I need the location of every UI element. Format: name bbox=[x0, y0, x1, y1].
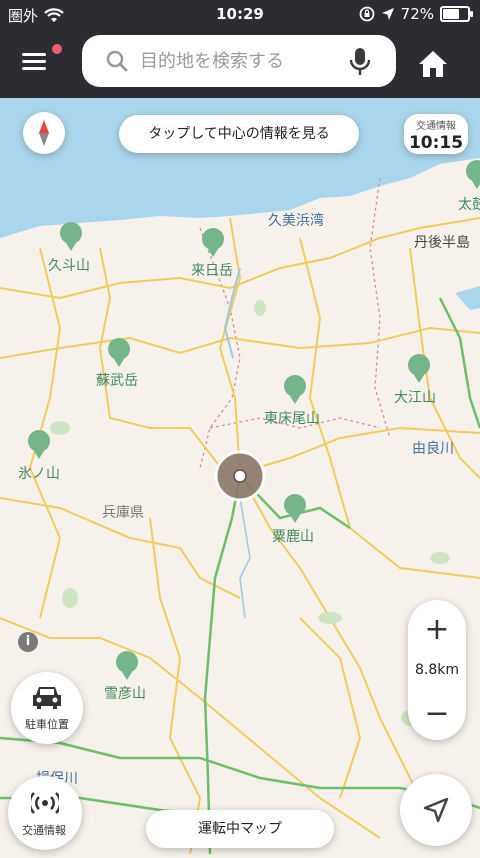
mountain-pin bbox=[108, 338, 130, 367]
search-icon bbox=[106, 50, 128, 72]
zoom-in-button[interactable]: + bbox=[408, 610, 466, 650]
broadcast-icon bbox=[31, 792, 59, 814]
map-label-yuragawa: 由良川 bbox=[412, 441, 454, 457]
traffic-info-label: 交通情報 bbox=[416, 121, 456, 132]
mountain-pin bbox=[28, 430, 50, 459]
map-label-tango: 丹後半島 bbox=[414, 235, 470, 251]
map-label-taiko: 太鼓 bbox=[458, 197, 480, 213]
search-input[interactable] bbox=[138, 49, 342, 73]
compass-button[interactable] bbox=[23, 112, 65, 154]
map-label-kumihama: 久美浜湾 bbox=[268, 213, 324, 229]
mountain-pin bbox=[60, 222, 82, 251]
traffic-label: 交通情報 bbox=[22, 824, 66, 837]
map-label-awaga: 粟鹿山 bbox=[272, 529, 314, 545]
rotation-lock-icon bbox=[359, 6, 375, 22]
menu-button[interactable] bbox=[22, 44, 62, 82]
mountain-pin bbox=[284, 375, 306, 404]
map-label-hyogo: 兵庫県 bbox=[102, 505, 144, 521]
map-label-oeyama: 大江山 bbox=[394, 390, 436, 406]
map-label-setsuhiko: 雪彦山 bbox=[104, 686, 146, 702]
battery-icon bbox=[440, 6, 473, 22]
home-icon[interactable] bbox=[416, 48, 450, 80]
info-icon[interactable]: i bbox=[18, 632, 38, 652]
map-label-sobudake: 蘇武岳 bbox=[96, 373, 138, 389]
car-icon bbox=[33, 687, 61, 709]
map-label-higashitokoo: 東床尾山 bbox=[264, 411, 320, 427]
search-bar[interactable] bbox=[82, 35, 396, 87]
notification-badge bbox=[52, 44, 62, 54]
compass-icon bbox=[39, 120, 49, 146]
traffic-info-time-badge[interactable]: 交通情報 10:15 bbox=[404, 114, 468, 154]
mountain-pin bbox=[284, 494, 306, 523]
zoom-control: + 8.8km − bbox=[408, 600, 466, 740]
traffic-info-time: 10:15 bbox=[408, 133, 464, 153]
top-bar bbox=[0, 30, 480, 98]
mountain-pin bbox=[202, 228, 224, 257]
parking-label: 駐車位置 bbox=[25, 718, 69, 731]
map-canvas[interactable]: 久美浜湾 丹後半島 太鼓 久斗山 来日岳 蘇武岳 東床尾山 大江山 由良川 氷ノ… bbox=[0, 98, 480, 855]
drive-map-button[interactable]: 運転中マップ bbox=[146, 810, 334, 848]
mic-icon[interactable] bbox=[348, 47, 372, 77]
mountain-pin bbox=[116, 651, 138, 680]
zoom-out-button[interactable]: − bbox=[408, 694, 466, 734]
center-info-button[interactable]: タップして中心の情報を見る bbox=[119, 115, 359, 153]
navigation-arrow-icon bbox=[423, 797, 449, 823]
parking-position-button[interactable]: 駐車位置 bbox=[11, 672, 83, 744]
current-location-marker bbox=[214, 450, 266, 502]
battery-percent: 72% bbox=[400, 5, 434, 23]
traffic-info-button[interactable]: 交通情報 bbox=[8, 776, 82, 850]
menu-icon bbox=[22, 53, 62, 70]
map-label-hyonosen: 氷ノ山 bbox=[18, 466, 60, 482]
location-arrow-icon bbox=[381, 8, 394, 20]
map-label-kurumidake: 来日岳 bbox=[191, 263, 233, 279]
map-label-kutoyama: 久斗山 bbox=[48, 258, 90, 274]
mountain-pin bbox=[408, 354, 430, 383]
locate-button[interactable] bbox=[400, 774, 472, 846]
map-scale-label: 8.8km bbox=[414, 662, 459, 678]
status-bar: 圏外 10:29 72% bbox=[0, 0, 480, 30]
